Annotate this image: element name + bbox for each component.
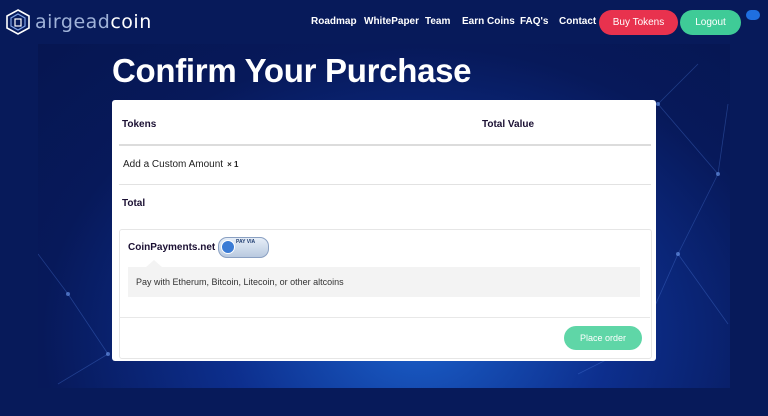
payment-description: Pay with Etherum, Bitcoin, Litecoin, or … (136, 277, 344, 287)
item-name: Add a Custom Amount (123, 159, 224, 170)
brand-logo[interactable]: airgeadcoin (6, 8, 152, 36)
item-quantity: × 1 (227, 160, 239, 169)
total-label: Total (122, 198, 146, 209)
page-title: Confirm Your Purchase (112, 52, 472, 89)
buy-tokens-button[interactable]: Buy Tokens (599, 10, 678, 35)
badge-text: PAY VIA (236, 239, 256, 245)
top-navbar: airgeadcoin Roadmap WhitePaper Team Earn… (0, 0, 768, 44)
logout-button[interactable]: Logout (680, 10, 741, 35)
nav-whitepaper[interactable]: WhitePaper (364, 16, 419, 27)
chat-bubble-icon[interactable] (746, 10, 760, 20)
nav-faqs[interactable]: FAQ's (520, 16, 549, 27)
payment-method-label[interactable]: CoinPayments.net (128, 242, 215, 253)
order-item-row: Add a Custom Amount × 1 (123, 159, 238, 170)
header-divider (119, 144, 651, 146)
row-divider (119, 184, 651, 185)
nav-contact[interactable]: Contact (559, 16, 596, 27)
nav-earn-coins[interactable]: Earn Coins (462, 16, 515, 27)
hex-logo-icon (6, 9, 30, 35)
tokens-header: Tokens (122, 119, 157, 130)
total-value-header: Total Value (482, 119, 535, 130)
brand-name: airgeadcoin (35, 11, 152, 33)
nav-team[interactable]: Team (425, 16, 450, 27)
place-order-button[interactable]: Place order (564, 326, 642, 350)
coinpayments-logo-icon (221, 240, 235, 254)
payment-divider (119, 317, 650, 318)
nav-roadmap[interactable]: Roadmap (311, 16, 357, 27)
